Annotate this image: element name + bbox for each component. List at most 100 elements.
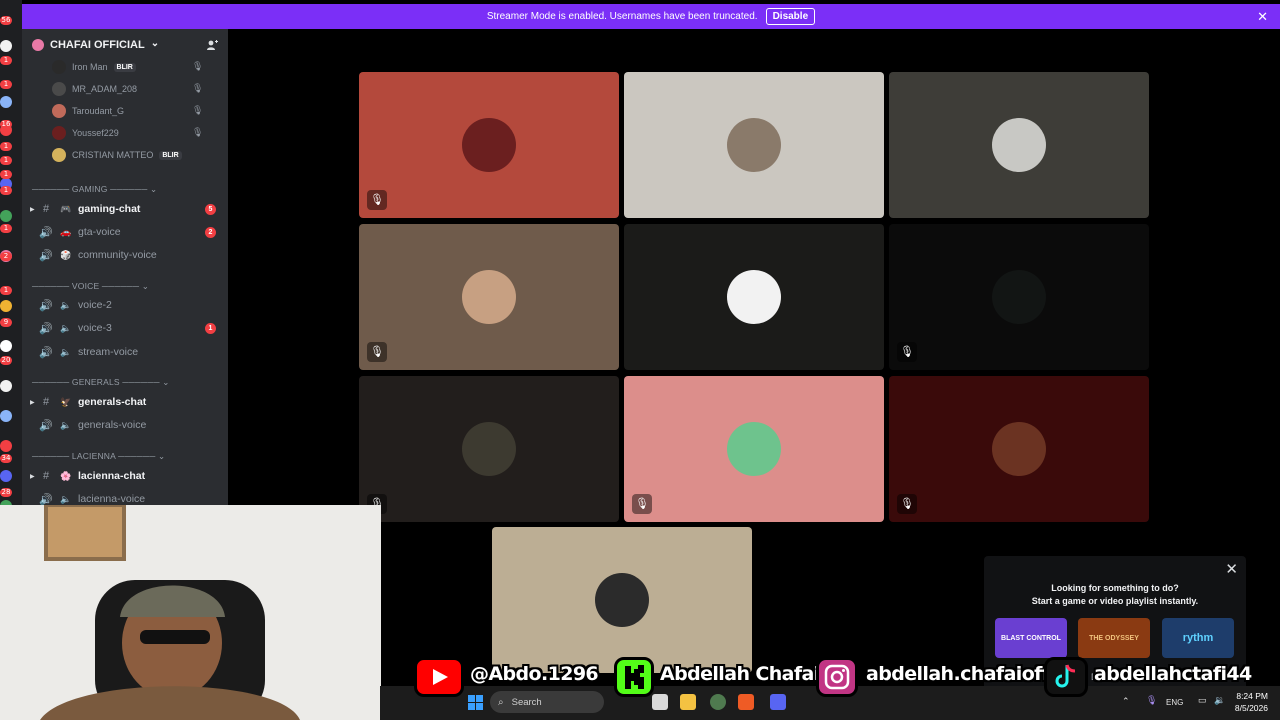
- server-mention-badge: 56: [0, 16, 12, 25]
- voice-user[interactable]: CRISTIAN MATTEO BLIR: [52, 147, 182, 163]
- channel-community-voice[interactable]: 🔊 🎲 community-voice: [30, 245, 220, 265]
- voice-user[interactable]: Taroudant_G: [52, 103, 124, 119]
- voice-user-name: MR_ADAM_208: [72, 84, 138, 94]
- youtube-icon: [414, 657, 464, 697]
- server-icon[interactable]: [0, 380, 12, 392]
- unread-badge: 5: [205, 203, 216, 215]
- close-popup-icon[interactable]: ✕: [1225, 560, 1238, 578]
- participant-tile[interactable]: [492, 527, 752, 673]
- clock-date: 8/5/2026: [1234, 703, 1268, 713]
- muted-icon: 🎙: [192, 105, 204, 115]
- participant-tile[interactable]: 🎙: [889, 376, 1149, 522]
- speaker-icon: 🔊: [39, 322, 53, 335]
- channel-voice-2[interactable]: 🔊 🔈 voice-2: [30, 295, 220, 315]
- muted-icon: 🎙: [192, 127, 204, 137]
- muted-mic-icon: 🎙: [367, 342, 387, 362]
- speaker-icon: 🔊: [39, 299, 53, 312]
- avatar: [52, 82, 66, 96]
- channel-name: voice-3: [78, 322, 112, 334]
- channel-generals-chat[interactable]: ▶ # 🦅 generals-chat: [30, 392, 220, 412]
- category-voice[interactable]: ────── VOICE ────── ⌄: [32, 281, 149, 292]
- voice-user[interactable]: MR_ADAM_208: [52, 81, 137, 97]
- server-icon[interactable]: [0, 470, 12, 482]
- avatar: [52, 126, 66, 140]
- speaker-icon: 🔊: [39, 493, 53, 506]
- add-member-icon[interactable]: [206, 39, 218, 51]
- activity-blast-control[interactable]: BLAST CONTROL: [995, 618, 1067, 658]
- server-mention-badge: 28: [0, 488, 12, 497]
- volume-icon[interactable]: 🔉: [1214, 695, 1225, 706]
- speaker-icon: 🔊: [39, 226, 53, 239]
- channel-voice-3[interactable]: 🔊 🔈 voice-3 1: [30, 318, 220, 338]
- server-mention-badge: 1: [0, 56, 12, 65]
- category-lacienna[interactable]: ────── LACIENNA ────── ⌄: [32, 451, 165, 462]
- unread-indicator: ▶: [30, 473, 35, 480]
- participant-avatar: [727, 270, 781, 324]
- server-mention-badge: 16: [0, 120, 12, 129]
- server-mention-badge: 1: [0, 186, 12, 195]
- channel-gaming-chat[interactable]: ▶ # 🎮 gaming-chat 5: [30, 199, 220, 219]
- channel-emoji-icon: 🎲: [60, 249, 72, 260]
- participant-tile[interactable]: 🎙: [359, 376, 619, 522]
- channel-name: gaming-chat: [78, 203, 141, 215]
- participant-avatar: [992, 118, 1046, 172]
- server-icon[interactable]: [0, 210, 12, 222]
- speaker-icon: 🔊: [39, 419, 53, 432]
- voice-user[interactable]: Iron Man BLIR: [52, 59, 136, 75]
- close-icon[interactable]: ✕: [1257, 9, 1268, 25]
- channel-name: stream-voice: [78, 346, 139, 358]
- disable-streamer-mode-button[interactable]: Disable: [765, 8, 816, 25]
- participant-avatar: [462, 270, 516, 324]
- server-icon[interactable]: [0, 340, 12, 352]
- server-icon[interactable]: [0, 40, 12, 52]
- channel-lacienna-chat[interactable]: ▶ # 🌸 lacienna-chat: [30, 466, 220, 486]
- channel-gta-voice[interactable]: 🔊 🚗 gta-voice 2: [30, 222, 220, 242]
- unread-indicator: ▶: [30, 399, 35, 406]
- server-icon: [32, 39, 44, 51]
- channel-emoji-icon: 🦅: [60, 396, 72, 407]
- voice-user-name: Youssef229: [72, 128, 119, 138]
- category-gaming[interactable]: ────── GAMING ────── ⌄: [32, 184, 157, 195]
- user-tag: BLIR: [159, 150, 182, 160]
- taskbar-clock[interactable]: 8:24 PM 8/5/2026: [1235, 690, 1268, 714]
- participant-tile[interactable]: 🎙: [624, 376, 884, 522]
- voice-user-name: CRISTIAN MATTEO: [72, 150, 154, 160]
- activity-subtitle: Start a game or video playlist instantly…: [1031, 596, 1199, 606]
- server-icon[interactable]: [0, 300, 12, 312]
- server-icon[interactable]: [0, 440, 12, 452]
- instagram-icon: [816, 657, 858, 697]
- tiktok-icon: [1044, 657, 1088, 697]
- channel-emoji-icon: 🔈: [60, 322, 72, 333]
- participant-tile[interactable]: 🎙: [359, 224, 619, 370]
- server-icon[interactable]: [0, 410, 12, 422]
- streamer-mode-banner: Streamer Mode is enabled. Usernames have…: [22, 4, 1280, 29]
- social-handles-overlay: @Abdo.1296 Abdellah Chafai abdellah.chaf…: [414, 655, 1252, 701]
- channel-emoji-icon: 🔈: [60, 346, 72, 357]
- activity-title: Looking for something to do?: [1051, 583, 1179, 593]
- channel-emoji-icon: 🎮: [60, 203, 72, 214]
- participant-tile[interactable]: 🎙: [889, 224, 1149, 370]
- participant-tile[interactable]: 🎙: [359, 72, 619, 218]
- server-header[interactable]: CHAFAI OFFICIAL ⌄: [22, 29, 228, 61]
- activity-the-odyssey[interactable]: THE ODYSSEY: [1078, 618, 1150, 658]
- channel-stream-voice[interactable]: 🔊 🔈 stream-voice: [30, 342, 220, 362]
- category-generals[interactable]: ────── GENERALS ────── ⌄: [32, 377, 170, 388]
- channel-name: generals-voice: [78, 419, 147, 431]
- participant-tile[interactable]: [624, 72, 884, 218]
- participant-tile[interactable]: [889, 72, 1149, 218]
- channel-emoji-icon: 🔈: [60, 299, 72, 310]
- channel-name: lacienna-voice: [78, 493, 146, 505]
- server-name: CHAFAI OFFICIAL: [50, 39, 145, 51]
- server-icon[interactable]: [0, 96, 12, 108]
- clock-time: 8:24 PM: [1236, 691, 1268, 701]
- muted-mic-icon: 🎙: [897, 494, 917, 514]
- channel-generals-voice[interactable]: 🔊 🔈 generals-voice: [30, 415, 220, 435]
- voice-user[interactable]: Youssef229: [52, 125, 119, 141]
- channel-emoji-icon: 🔈: [60, 493, 72, 504]
- channel-emoji-icon: 🚗: [60, 226, 72, 237]
- activity-rythm[interactable]: rythm: [1162, 618, 1234, 658]
- participant-tile[interactable]: [624, 224, 884, 370]
- kick-icon: [614, 657, 654, 697]
- voice-user-name: Taroudant_G: [72, 106, 125, 116]
- participant-avatar: [727, 118, 781, 172]
